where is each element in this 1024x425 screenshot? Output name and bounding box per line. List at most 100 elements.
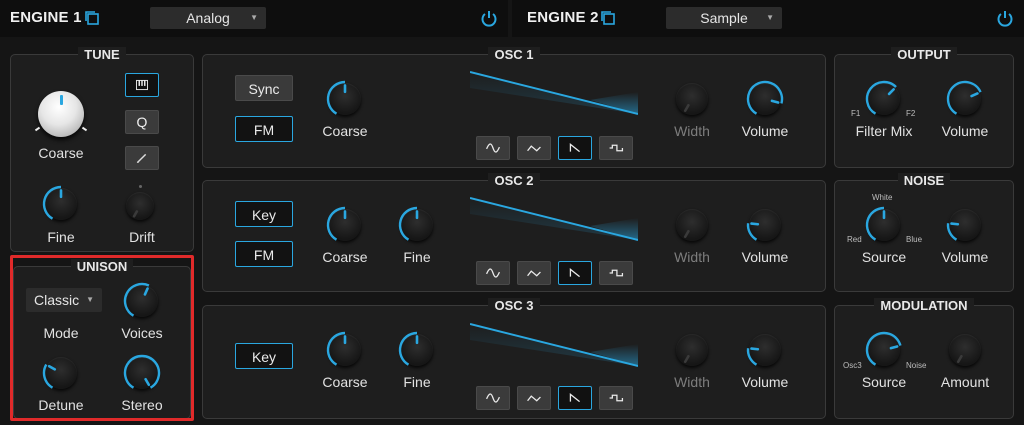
noise-red-label: Red xyxy=(847,235,862,244)
knob-graphic xyxy=(326,80,347,115)
osc2-sine-button[interactable] xyxy=(476,261,510,285)
output-filter-mix-label: Filter Mix xyxy=(855,123,913,139)
modulation-title: MODULATION xyxy=(874,298,974,313)
output-panel: OUTPUT xyxy=(834,47,1014,168)
osc2-triangle-button[interactable] xyxy=(517,261,551,285)
knob-graphic xyxy=(683,103,690,113)
unison-highlight-box xyxy=(10,255,194,421)
tune-coarse-label: Coarse xyxy=(38,145,84,161)
triangle-wave-icon xyxy=(527,395,541,402)
osc1-fm-button[interactable]: FM xyxy=(235,116,293,142)
square-wave-icon xyxy=(609,394,624,402)
engine2-type-dropdown[interactable]: Sample ▼ xyxy=(666,7,782,29)
osc2-square-button[interactable] xyxy=(599,261,633,285)
quantize-button[interactable]: Q xyxy=(125,110,159,134)
knob-value-arc xyxy=(42,185,62,220)
knob-indicator xyxy=(770,99,780,104)
knob-indicator xyxy=(889,345,899,350)
knob-indicator xyxy=(956,354,963,364)
copy-icon[interactable] xyxy=(600,10,616,26)
knob-indicator xyxy=(970,92,979,98)
power-icon[interactable] xyxy=(996,9,1014,27)
osc3-waveform-display xyxy=(470,323,638,367)
osc1-square-button[interactable] xyxy=(599,136,633,160)
osc1-triangle-button[interactable] xyxy=(517,136,551,160)
knob-value-arc xyxy=(326,206,346,241)
output-volume-knob[interactable] xyxy=(946,80,982,115)
output-filter-mix-knob[interactable] xyxy=(865,80,900,115)
mod-osc3-label: Osc3 xyxy=(843,361,862,370)
knob-graphic xyxy=(865,206,886,241)
osc3-width-knob[interactable] xyxy=(676,334,708,366)
noise-volume-knob[interactable] xyxy=(946,209,981,241)
knob-graphic xyxy=(746,222,760,241)
osc3-key-button[interactable]: Key xyxy=(235,343,293,369)
chevron-down-icon: ▼ xyxy=(250,13,258,22)
knob-graphic xyxy=(946,80,982,115)
mod-amount-knob[interactable] xyxy=(949,334,981,366)
knob-value-arc xyxy=(746,223,758,241)
osc1-coarse-label: Coarse xyxy=(322,123,368,139)
quantize-label: Q xyxy=(136,114,148,130)
osc2-coarse-knob[interactable] xyxy=(326,206,361,241)
knob-graphic xyxy=(326,206,347,241)
osc1-waveform-display xyxy=(470,71,638,115)
tune-fine-knob[interactable] xyxy=(42,185,77,220)
tune-coarse-knob[interactable] xyxy=(38,91,84,137)
osc3-square-button[interactable] xyxy=(599,386,633,410)
osc1-volume-knob[interactable] xyxy=(746,80,784,115)
output-title: OUTPUT xyxy=(891,47,957,62)
sine-wave-icon xyxy=(485,393,501,403)
osc3-volume-label: Volume xyxy=(741,374,789,390)
osc2-saw-button[interactable] xyxy=(558,261,592,285)
osc1-sine-button[interactable] xyxy=(476,136,510,160)
f2-label: F2 xyxy=(906,109,916,118)
keyboard-tracking-button[interactable] xyxy=(125,73,159,97)
osc2-width-knob[interactable] xyxy=(676,209,708,241)
noise-source-knob[interactable] xyxy=(865,206,900,241)
osc2-fine-knob[interactable] xyxy=(398,206,433,241)
square-wave-icon xyxy=(609,144,624,152)
osc3-saw-button[interactable] xyxy=(558,386,592,410)
osc1-volume-label: Volume xyxy=(741,123,789,139)
tune-fine-label: Fine xyxy=(47,229,75,245)
knob-graphic xyxy=(42,185,63,220)
mod-amount-label: Amount xyxy=(940,374,990,390)
osc2-title: OSC 2 xyxy=(488,173,540,188)
edit-button[interactable] xyxy=(125,146,159,170)
triangle-wave-icon xyxy=(527,145,541,152)
osc2-volume-label: Volume xyxy=(741,249,789,265)
osc1-sync-button[interactable]: Sync xyxy=(235,75,293,101)
osc1-saw-button[interactable] xyxy=(558,136,592,160)
osc3-triangle-button[interactable] xyxy=(517,386,551,410)
chevron-down-icon: ▼ xyxy=(766,13,774,22)
knob-graphic xyxy=(865,80,897,115)
osc1-width-knob[interactable] xyxy=(676,83,708,115)
osc1-coarse-knob[interactable] xyxy=(326,80,361,115)
osc3-volume-knob[interactable] xyxy=(746,334,781,366)
osc3-coarse-knob[interactable] xyxy=(326,331,361,366)
osc2-key-button[interactable]: Key xyxy=(235,201,293,227)
engine1-type-dropdown[interactable]: Analog ▼ xyxy=(150,7,266,29)
saw-wave-icon xyxy=(569,392,580,403)
sine-wave-icon xyxy=(485,143,501,153)
tune-drift-knob[interactable] xyxy=(126,192,154,220)
noise-source-label: Source xyxy=(861,249,907,265)
osc3-fine-knob[interactable] xyxy=(398,331,433,366)
osc2-volume-knob[interactable] xyxy=(746,209,781,241)
noise-volume-label: Volume xyxy=(941,249,989,265)
copy-icon[interactable] xyxy=(84,10,100,26)
knob-indicator xyxy=(750,347,760,351)
saw-wave-icon xyxy=(569,267,580,278)
square-wave-icon xyxy=(609,269,624,277)
osc3-sine-button[interactable] xyxy=(476,386,510,410)
power-icon[interactable] xyxy=(480,9,498,27)
knob-indicator xyxy=(950,222,960,226)
knob-indicator xyxy=(132,210,139,218)
osc2-fm-button[interactable]: FM xyxy=(235,241,293,267)
saw-wave-icon xyxy=(569,142,580,153)
output-volume-label: Volume xyxy=(941,123,989,139)
knob-value-arc xyxy=(326,331,346,366)
knob-graphic xyxy=(683,354,690,364)
mod-source-knob[interactable] xyxy=(865,331,902,366)
